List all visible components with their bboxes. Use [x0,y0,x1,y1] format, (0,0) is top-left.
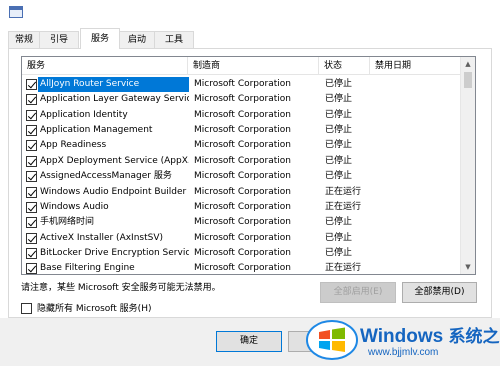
service-row[interactable]: Application Layer Gateway Service Micros… [22,92,462,107]
service-checkbox[interactable] [26,217,37,228]
service-row[interactable]: Windows Audio Endpoint Builder Microsoft… [22,185,462,200]
service-manufacturer: Microsoft Corporation [194,202,291,212]
service-status: 已停止 [325,79,353,89]
enable-all-button[interactable]: 全部启用(E) [320,282,396,303]
service-name: Application Identity [40,110,128,120]
tab-services[interactable]: 服务 [80,28,120,49]
watermark-title: Windows 系统之家 [360,322,500,348]
service-status: 已停止 [325,217,353,227]
tab-boot[interactable]: 引导 [39,31,79,48]
site-watermark: Windows 系统之家 www.bjjmlv.com [306,316,500,364]
scroll-up-icon[interactable]: ▲ [461,57,475,71]
service-name: Application Management [40,125,153,135]
service-name: Base Filtering Engine [40,263,135,273]
service-row[interactable]: Windows Audio Microsoft Corporation 正在运行 [22,200,462,215]
service-manufacturer: Microsoft Corporation [194,110,291,120]
service-name: AssignedAccessManager 服务 [40,171,172,181]
service-row[interactable]: Application Management Microsoft Corpora… [22,123,462,138]
tab-strip: 常规 引导 服务 启动 工具 [8,28,492,49]
windows-logo-icon [306,320,358,360]
service-status: 已停止 [325,171,353,181]
disable-all-button[interactable]: 全部禁用(D) [402,282,477,303]
service-name: Windows Audio [40,202,109,212]
watermark-suffix: 系统之家 [448,327,500,346]
service-name: BitLocker Drive Encryption Service [40,248,189,258]
service-checkbox[interactable] [26,156,37,167]
column-header-manufacturer[interactable]: 制造商 [188,57,319,75]
service-manufacturer: Microsoft Corporation [194,94,291,104]
tab-tools[interactable]: 工具 [154,31,194,48]
service-checkbox[interactable] [26,79,37,90]
hide-microsoft-services-checkbox[interactable] [21,303,32,314]
watermark-brand: Windows [360,326,444,347]
service-status: 正在运行 [325,202,362,212]
service-row[interactable]: 手机网络时间 Microsoft Corporation 已停止 [22,215,462,230]
service-checkbox[interactable] [26,263,37,274]
service-manufacturer: Microsoft Corporation [194,140,291,150]
service-checkbox[interactable] [26,94,37,105]
service-status: 已停止 [325,140,353,150]
service-manufacturer: Microsoft Corporation [194,217,291,227]
service-checkbox[interactable] [26,248,37,259]
service-manufacturer: Microsoft Corporation [194,171,291,181]
tab-general[interactable]: 常规 [8,31,40,48]
service-status: 正在运行 [325,263,362,273]
service-row[interactable]: App Readiness Microsoft Corporation 已停止 [22,138,462,153]
list-header: 服务 制造商 状态 禁用日期 [22,57,462,75]
services-list[interactable]: 服务 制造商 状态 禁用日期 AllJoyn Router Service Mi… [21,56,476,275]
service-status: 已停止 [325,94,353,104]
security-note: 请注意，某些 Microsoft 安全服务可能无法禁用。 [21,283,221,293]
service-name: ActiveX Installer (AxInstSV) [40,233,164,243]
service-row[interactable]: AllJoyn Router Service Microsoft Corpora… [22,77,462,92]
service-manufacturer: Microsoft Corporation [194,125,291,135]
service-status: 已停止 [325,110,353,120]
service-checkbox[interactable] [26,233,37,244]
service-manufacturer: Microsoft Corporation [194,187,291,197]
service-checkbox[interactable] [26,125,37,136]
service-manufacturer: Microsoft Corporation [194,248,291,258]
column-header-service[interactable]: 服务 [22,57,188,75]
service-manufacturer: Microsoft Corporation [194,263,291,273]
service-status: 已停止 [325,125,353,135]
vertical-scrollbar[interactable]: ▲ ▼ [460,57,475,274]
service-name: AppX Deployment Service (AppX... [40,156,189,166]
title-bar [0,0,500,28]
tab-startup[interactable]: 启动 [119,31,155,48]
service-status: 已停止 [325,233,353,243]
service-checkbox[interactable] [26,171,37,182]
scroll-thumb[interactable] [464,72,472,88]
service-manufacturer: Microsoft Corporation [194,79,291,89]
service-name: 手机网络时间 [40,217,95,227]
column-header-status[interactable]: 状态 [319,57,370,75]
service-row[interactable]: Application Identity Microsoft Corporati… [22,108,462,123]
service-name: App Readiness [40,140,107,150]
service-name: AllJoyn Router Service [38,77,189,92]
service-name: Application Layer Gateway Service [40,94,189,104]
service-checkbox[interactable] [26,202,37,213]
msconfig-app-icon [9,6,23,18]
service-manufacturer: Microsoft Corporation [194,156,291,166]
service-status: 正在运行 [325,187,362,197]
service-row[interactable]: AssignedAccessManager 服务 Microsoft Corpo… [22,169,462,184]
ok-button[interactable]: 确定 [216,331,282,352]
service-row[interactable]: ActiveX Installer (AxInstSV) Microsoft C… [22,231,462,246]
watermark-url: www.bjjmlv.com [368,347,439,358]
service-row[interactable]: AppX Deployment Service (AppX... Microso… [22,154,462,169]
service-checkbox[interactable] [26,110,37,121]
service-manufacturer: Microsoft Corporation [194,233,291,243]
column-header-disabled-date[interactable]: 禁用日期 [370,57,462,75]
service-row[interactable]: BitLocker Drive Encryption Service Micro… [22,246,462,261]
service-name: Windows Audio Endpoint Builder [40,187,187,197]
scroll-down-icon[interactable]: ▼ [461,260,475,274]
service-checkbox[interactable] [26,140,37,151]
service-checkbox[interactable] [26,187,37,198]
service-status: 已停止 [325,248,353,258]
service-status: 已停止 [325,156,353,166]
hide-microsoft-services-label: 隐藏所有 Microsoft 服务(H) [37,304,152,314]
service-row[interactable]: Base Filtering Engine Microsoft Corporat… [22,261,462,274]
